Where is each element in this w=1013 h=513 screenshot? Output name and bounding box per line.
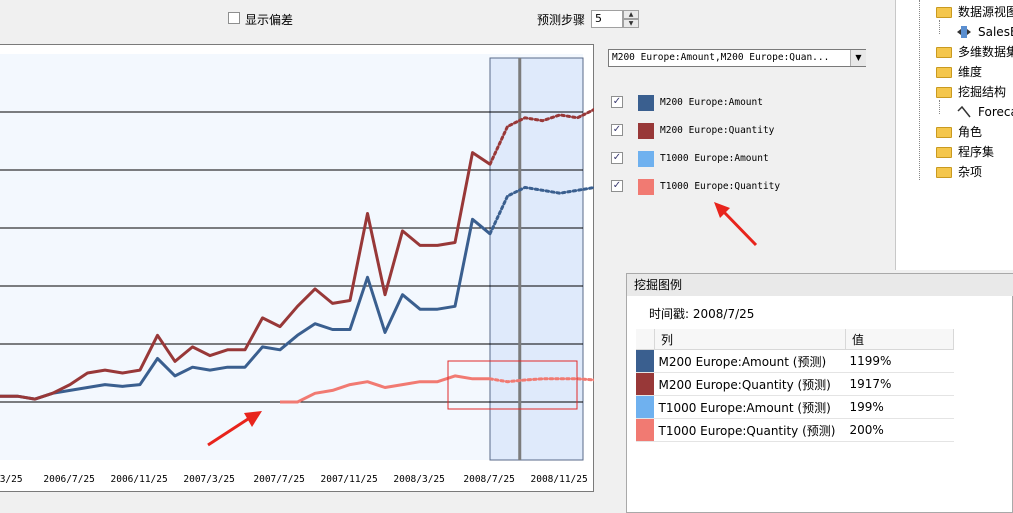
tree-item-label: 程序集	[958, 145, 995, 159]
table-row[interactable]: M200 Europe:Quantity (预测) 1917%	[636, 372, 954, 396]
x-tick-label: 2006/11/25	[111, 474, 168, 485]
row-value: 1917%	[845, 372, 954, 396]
mining-legend-table: 列 值 M200 Europe:Amount (预测) 1199% M200 Eur…	[636, 329, 954, 442]
swatch-header	[636, 329, 655, 350]
table-row[interactable]: M200 Europe:Amount (预测) 1199%	[636, 349, 954, 373]
spin-down-icon[interactable]: ▼	[623, 19, 639, 28]
legend-label: T1000 Europe:Quantity	[660, 181, 781, 192]
legend-label: T1000 Europe:Amount	[660, 153, 769, 164]
row-value: 200%	[845, 418, 954, 442]
forecast-line-chart[interactable]: 3/25 2006/7/25 2006/11/25 2007/3/25 2007/7/2…	[0, 44, 594, 492]
prediction-steps-label: 预测步骤	[537, 13, 586, 27]
folder-icon	[936, 67, 952, 78]
row-name: T1000 Europe:Quantity (预测)	[654, 418, 846, 442]
tree-item-label: 维度	[958, 65, 983, 79]
table-row[interactable]: T1000 Europe:Amount (预测) 199%	[636, 395, 954, 419]
x-tick-label: 2008/3/25	[393, 474, 444, 485]
column-header: 列	[654, 329, 846, 350]
folder-icon	[936, 47, 952, 58]
show-deviation-label: 显示偏差	[245, 13, 294, 27]
series-dropdown[interactable]: M200 Europe:Amount,M200 Europe:Quan...	[608, 49, 866, 67]
folder-icon	[936, 167, 952, 178]
tree-item-label: 角色	[958, 125, 983, 139]
folder-icon	[936, 87, 952, 98]
x-tick-label: 2007/7/25	[253, 474, 304, 485]
row-name: M200 Europe:Amount (预测)	[654, 349, 846, 373]
legend-color-swatch	[638, 179, 654, 195]
tree-item-label: 杂项	[958, 165, 983, 179]
tree-item-label: 多维数据集	[958, 45, 1013, 59]
row-value: 199%	[845, 395, 954, 419]
legend-checkbox[interactable]: ✓	[611, 152, 623, 164]
legend-label: M200 Europe:Amount	[660, 97, 763, 108]
row-color-swatch	[636, 418, 655, 442]
row-name: M200 Europe:Quantity (预测)	[654, 372, 846, 396]
folder-icon	[936, 7, 952, 18]
legend-checkbox[interactable]: ✓	[611, 96, 623, 108]
chart-toolbar	[0, 0, 895, 38]
table-row[interactable]: T1000 Europe:Quantity (预测) 200%	[636, 418, 954, 442]
annotation-arrow-icon	[207, 411, 262, 447]
row-color-swatch	[636, 349, 655, 373]
legend-color-swatch	[638, 123, 654, 139]
tree-item-label: SalesE	[978, 25, 1013, 39]
legend-label: M200 Europe:Quantity	[660, 125, 775, 136]
row-color-swatch	[636, 372, 655, 396]
row-color-swatch	[636, 395, 655, 419]
tree-item-label: 数据源视图	[958, 5, 1013, 19]
x-tick-label: 2008/11/25	[531, 474, 588, 485]
show-deviation-checkbox[interactable]	[228, 12, 240, 24]
prediction-steps-input[interactable]: 5	[591, 10, 623, 28]
x-tick-label: 2007/11/25	[321, 474, 378, 485]
spin-up-icon[interactable]: ▲	[623, 10, 639, 19]
x-tick-label: 2006/7/25	[43, 474, 94, 485]
tree-item-label: Foreca	[978, 105, 1013, 119]
row-value: 1199%	[845, 349, 954, 373]
mining-model-icon	[957, 105, 971, 118]
folder-icon	[936, 147, 952, 158]
x-tick-label: 3/25	[0, 474, 23, 485]
value-header: 值	[845, 329, 954, 350]
x-tick-label: 2007/3/25	[183, 474, 234, 485]
row-name: T1000 Europe:Amount (预测)	[654, 395, 846, 419]
legend-checkbox[interactable]: ✓	[611, 180, 623, 192]
legend-checkbox[interactable]: ✓	[611, 124, 623, 136]
legend-color-swatch	[638, 95, 654, 111]
mining-legend-title: 挖掘图例	[627, 274, 1013, 296]
folder-icon	[936, 127, 952, 138]
mining-legend-timestamp: 时间戳: 2008/7/25	[649, 307, 755, 321]
legend-color-swatch	[638, 151, 654, 167]
dropdown-arrow-icon[interactable]: ▼	[850, 50, 866, 66]
tree-item-label: 挖掘结构	[958, 85, 1007, 99]
x-tick-label: 2008/7/25	[463, 474, 514, 485]
annotation-arrow-icon	[714, 202, 758, 247]
data-source-view-icon	[957, 26, 971, 38]
